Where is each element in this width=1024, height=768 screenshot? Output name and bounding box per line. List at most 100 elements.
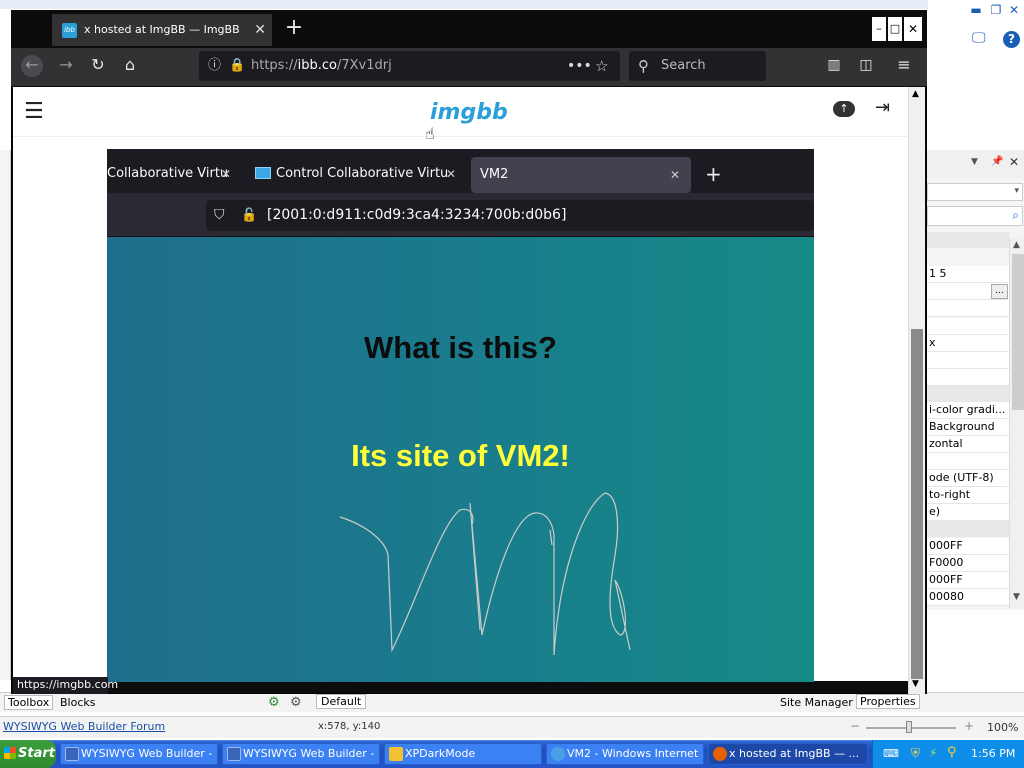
property-category (927, 521, 1009, 537)
imgbb-logo[interactable]: imgbb (430, 100, 508, 125)
wysiwyg-window-controls: ▬ ❐ ✕ (928, 0, 1024, 22)
monitor-icon[interactable]: 🖵 (972, 30, 994, 50)
url-path: /7Xv1drj (336, 58, 392, 73)
property-value[interactable]: 1 5 (927, 266, 1009, 283)
property-row[interactable] (927, 318, 1009, 335)
firefox-search-box[interactable]: ⚲ Search (629, 51, 766, 81)
close-icon[interactable]: ✕ (904, 17, 922, 41)
property-category (927, 232, 1009, 248)
new-tab-icon[interactable]: + (283, 17, 305, 40)
zoom-out-icon[interactable]: − (850, 719, 860, 733)
zoom-in-icon[interactable]: + (964, 719, 974, 733)
layout-settings-icon[interactable]: ⚙ (290, 695, 302, 710)
scroll-up-icon[interactable]: ▲ (1013, 240, 1020, 250)
search-tray-icon[interactable]: ⚲ (947, 745, 957, 760)
task-xpdarkmode[interactable]: XPDarkMode (384, 743, 542, 765)
property-value[interactable]: x (927, 335, 1009, 352)
vm2-heading: What is this? (364, 330, 557, 365)
firefox-url-bar[interactable]: ⓘ 🔒 https://ibb.co/7Xv1drj ••• ☆ (199, 51, 620, 81)
property-value[interactable]: F0000 (927, 555, 1009, 572)
bookmark-star-icon[interactable]: ☆ (595, 51, 608, 81)
system-tray: ⌨ ⛨ ⚡ ⚲ 1:56 PM (872, 740, 1024, 768)
insecure-lock-icon: 🔓 (241, 208, 258, 223)
tab-default[interactable]: Default (316, 694, 367, 709)
scroll-down-icon[interactable]: ▼ (1013, 592, 1020, 602)
scroll-thumb[interactable] (1012, 254, 1024, 410)
minimize-icon[interactable]: ▬ (968, 2, 984, 18)
windows-logo-icon (4, 747, 16, 759)
back-icon[interactable]: ← (21, 55, 43, 77)
wysiwyg-top-strip (0, 0, 1024, 9)
forward-icon[interactable]: → (55, 55, 77, 77)
scroll-up-icon[interactable]: ▲ (912, 89, 919, 99)
shield-icon: ⛉ (214, 207, 225, 223)
inner-tab-collab: Collaborative Virtu ✕ (107, 156, 247, 192)
tab-properties[interactable]: Properties (856, 694, 920, 709)
tab-site-manager[interactable]: Site Manager (780, 696, 853, 709)
url-domain: ibb.co (297, 58, 337, 73)
inner-tab-close-icon: ✕ (670, 168, 681, 182)
task-wysiwyg-1[interactable]: WYSIWYG Web Builder - ... (60, 743, 218, 765)
property-search-input[interactable]: ⌕ (927, 206, 1023, 226)
reload-icon[interactable]: ↻ (87, 55, 109, 77)
property-value[interactable]: e) (927, 504, 1009, 521)
help-icon[interactable]: ? (1003, 31, 1020, 48)
upload-icon[interactable]: ↑ (833, 101, 855, 117)
property-value[interactable]: to-right (927, 487, 1009, 504)
inner-url-bar: ⛉ 🔓 [2001:0:d911:c0d9:3ca4:3234:700b:d0b… (206, 200, 814, 231)
zoom-slider-thumb[interactable] (906, 721, 912, 733)
menu-icon[interactable]: ≡ (893, 55, 915, 77)
panel-close-icon[interactable]: ✕ (1009, 155, 1019, 169)
property-value[interactable]: Background (927, 419, 1009, 436)
properties-scrollbar[interactable]: ▲ ▼ (1009, 238, 1024, 608)
shield-icon[interactable]: ⛨ (911, 746, 920, 761)
keyboard-icon[interactable]: ⌨ (883, 747, 899, 760)
property-row[interactable] (927, 300, 1009, 317)
clock[interactable]: 1:56 PM (971, 747, 1015, 760)
network-icon[interactable]: ⚡ (929, 746, 937, 760)
task-imgbb-firefox[interactable]: x hosted at ImgBB — ... (708, 743, 868, 765)
restore-icon[interactable]: ❐ (988, 2, 1004, 18)
scroll-thumb[interactable] (911, 329, 923, 679)
panel-header: ▼ 📌 ✕ (927, 150, 1024, 178)
inner-tab-label: Collaborative Virtu (107, 166, 229, 181)
home-icon[interactable]: ⌂ (119, 55, 141, 77)
url-prefix: https:// (251, 58, 298, 73)
task-wysiwyg-2[interactable]: WYSIWYG Web Builder - ... (222, 743, 380, 765)
property-value[interactable]: 000FF (927, 572, 1009, 589)
library-icon[interactable]: ▥ (823, 55, 845, 77)
task-vm2-ie[interactable]: VM2 - Windows Internet ... (546, 743, 704, 765)
sign-in-icon[interactable]: ⇥ (875, 97, 890, 118)
property-value[interactable]: ode (UTF-8) (927, 470, 1009, 487)
info-icon[interactable]: ⓘ (208, 51, 221, 81)
tab-blocks[interactable]: Blocks (60, 696, 95, 709)
property-value[interactable]: 00080 (927, 589, 1009, 606)
maximize-icon[interactable]: □ (888, 17, 902, 41)
property-value[interactable]: i-color gradi... (927, 402, 1009, 419)
property-row[interactable] (927, 453, 1009, 470)
add-layout-icon[interactable]: ⚙ (268, 695, 280, 710)
property-row[interactable] (927, 352, 1009, 369)
pin-icon[interactable]: 📌 (991, 156, 1003, 167)
property-value[interactable]: 000FF (927, 538, 1009, 555)
tab-toolbox[interactable]: Toolbox (4, 695, 54, 710)
page-actions-icon[interactable]: ••• (567, 51, 592, 81)
minimize-icon[interactable]: – (872, 17, 886, 41)
tab-close-icon[interactable]: ✕ (254, 14, 266, 46)
tab-imgbb[interactable]: ibb x hosted at ImgBB — ImgBB ✕ (52, 14, 272, 46)
scroll-down-icon[interactable]: ▼ (912, 679, 919, 689)
forum-link[interactable]: WYSIWYG Web Builder Forum (3, 720, 165, 733)
ellipsis-button[interactable]: ... (991, 284, 1008, 299)
page-scrollbar[interactable]: ▲ ▼ (908, 87, 925, 694)
property-row[interactable] (927, 369, 1009, 386)
property-value[interactable]: zontal (927, 436, 1009, 453)
hamburger-menu-icon[interactable]: ☰ (24, 99, 44, 124)
lock-icon[interactable]: 🔒 (229, 51, 245, 81)
start-button[interactable]: Start (0, 740, 56, 768)
folder-icon (389, 747, 403, 761)
sidebar-icon[interactable]: ◫ (855, 55, 877, 77)
dropdown-arrow-icon[interactable]: ▼ (971, 157, 978, 167)
close-icon[interactable]: ✕ (1006, 2, 1022, 18)
inner-tab-close-icon: ✕ (221, 167, 232, 181)
object-selector[interactable]: ▾ (927, 183, 1023, 201)
